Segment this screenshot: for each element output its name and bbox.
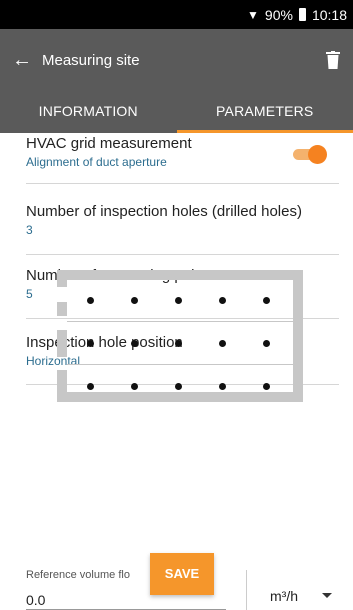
chevron-down-icon[interactable] — [322, 593, 332, 598]
duct-grid-diagram — [57, 270, 303, 426]
measuring-point-dot — [175, 340, 182, 347]
reference-volume-flow-label: Reference volume flo — [26, 569, 130, 581]
trash-icon — [326, 51, 340, 69]
duct-right-wall — [293, 270, 303, 402]
measuring-point-dot — [263, 383, 270, 390]
duct-left-wall-segment — [57, 302, 67, 316]
unit-select[interactable]: m³/h — [270, 588, 298, 604]
duct-left-wall-segment — [57, 370, 67, 402]
battery-percent: 90% — [264, 6, 293, 23]
measuring-point-dot — [87, 383, 94, 390]
tab-bar: INFORMATION PARAMETERS — [0, 91, 353, 133]
measuring-point-dot — [87, 297, 94, 304]
duct-left-wall-segment — [57, 270, 67, 287]
measuring-point-dot — [131, 297, 138, 304]
measuring-point-dot — [175, 297, 182, 304]
back-arrow-icon[interactable]: ← — [2, 49, 42, 72]
duct-bottom-wall — [57, 392, 303, 402]
measuring-point-dot — [219, 383, 226, 390]
grid-divider — [67, 364, 293, 365]
measuring-point-dot — [219, 297, 226, 304]
clock: 10:18 — [311, 6, 347, 23]
save-button[interactable]: SAVE — [150, 553, 214, 595]
reference-volume-flow-input[interactable]: 0.0 — [26, 592, 45, 608]
battery-icon — [298, 8, 306, 21]
inspection-holes-row[interactable]: Number of inspection holes (drilled hole… — [26, 203, 339, 255]
toggle-knob — [308, 145, 327, 164]
delete-button[interactable] — [313, 51, 353, 69]
holes-value: 3 — [26, 223, 33, 237]
holes-label: Number of inspection holes (drilled hole… — [26, 203, 302, 220]
grid-divider — [67, 321, 293, 322]
duct-top-wall — [57, 270, 303, 280]
page-title: Measuring site — [42, 51, 140, 69]
tab-information[interactable]: INFORMATION — [0, 91, 177, 133]
measuring-point-dot — [175, 383, 182, 390]
measuring-point-dot — [219, 340, 226, 347]
app-bar: ← Measuring site — [0, 29, 353, 91]
measuring-point-dot — [263, 340, 270, 347]
status-bar: ▼ 90% 10:18 — [0, 0, 353, 29]
measuring-point-dot — [131, 340, 138, 347]
hvac-grid-row[interactable]: HVAC grid measurement Alignment of duct … — [26, 135, 339, 184]
measuring-point-dot — [87, 340, 94, 347]
hvac-toggle[interactable] — [293, 145, 327, 164]
duct-left-wall-segment — [57, 330, 67, 357]
tab-parameters[interactable]: PARAMETERS — [176, 91, 353, 133]
wifi-icon: ▼ — [247, 7, 259, 22]
measuring-point-dot — [131, 383, 138, 390]
measuring-point-dot — [263, 297, 270, 304]
unit-divider — [246, 570, 247, 610]
